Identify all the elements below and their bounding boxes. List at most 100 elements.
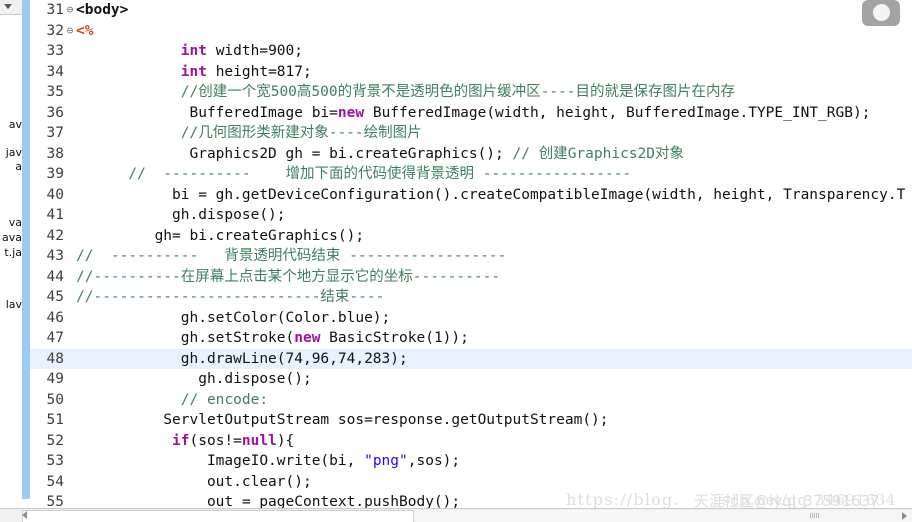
line-number: 31 — [46, 2, 64, 18]
horizontal-scrollbar[interactable] — [0, 508, 912, 522]
code-token-pl: height=817; — [206, 63, 312, 80]
code-line[interactable]: 50 // encode: — [30, 390, 912, 411]
scrollbar-grip-icon — [810, 513, 819, 518]
code-line[interactable]: 36 BufferedImage bi=new BufferedImage(wi… — [30, 103, 912, 124]
code-line[interactable]: 43 // ---------- 背景透明代码结束 ---------------… — [30, 246, 912, 267]
code-token-cmt: // ---------- 背景透明代码结束 -----------------… — [76, 248, 507, 264]
line-number: 48 — [46, 350, 64, 367]
code-line[interactable]: 52 if(sos!=null){ — [30, 431, 912, 452]
line-number: 45 — [46, 289, 64, 305]
code-line[interactable]: 40 bi = gh.getDeviceConfiguration().crea… — [30, 185, 912, 206]
line-number: 34 — [46, 63, 64, 80]
code-line[interactable]: 33 int width=900; — [30, 41, 912, 62]
code-token-pl: (sos!= — [189, 432, 242, 449]
code-text: <body> — [76, 0, 128, 21]
line-number: 36 — [46, 104, 64, 121]
explorer-file-item[interactable]: av — [0, 118, 22, 132]
project-explorer-panel[interactable]: av jav a va ava t.ja lav — [0, 0, 23, 509]
scrollbar-thumb[interactable] — [22, 510, 414, 522]
explorer-file-item[interactable]: lav — [0, 298, 22, 312]
line-number: 41 — [46, 207, 64, 223]
code-token-tag: <body> — [76, 2, 129, 18]
code-token-kw: int — [180, 63, 207, 80]
code-line[interactable]: 35 //创建一个宽500高500的背景不是透明色的图片缓冲区----目的就是保… — [30, 82, 912, 103]
code-line[interactable]: 41 gh.dispose(); — [30, 205, 912, 226]
code-line[interactable]: 38 Graphics2D gh = bi.createGraphics(); … — [30, 144, 912, 165]
code-text: // ---------- 增加下面的代码使得背景透明 ------------… — [76, 164, 631, 185]
code-token-jsp: <% — [76, 22, 94, 39]
line-number: 32 — [46, 22, 64, 39]
code-text: gh= bi.createGraphics(); — [76, 226, 365, 247]
explorer-file-item[interactable]: va — [0, 216, 22, 230]
code-line[interactable]: 45 //--------------------------结束---- — [30, 287, 912, 308]
code-line[interactable]: 31 ⊖ <body> — [30, 0, 912, 21]
code-line[interactable]: 34 int height=817; — [30, 62, 912, 83]
code-token-pl: out.clear(); — [76, 473, 312, 490]
code-line[interactable]: 32 ⊖ <% — [30, 21, 912, 42]
line-number: 51 — [46, 412, 64, 428]
code-line[interactable]: 46 gh.setColor(Color.blue); — [30, 308, 912, 329]
marker-overlay-icon[interactable] — [862, 0, 900, 26]
explorer-file-item[interactable]: a — [0, 160, 22, 174]
fold-collapse-icon[interactable]: ⊖ — [64, 0, 76, 21]
explorer-header — [0, 0, 22, 15]
code-editor-screenshot: av jav a va ava t.ja lav 31 ⊖ <body> 32 ⊖ <% 33 int … — [0, 0, 912, 522]
line-number: 53 — [46, 453, 64, 469]
code-line[interactable]: 53 ImageIO.write(bi, "png",sos); — [30, 451, 912, 472]
code-token-kw: new — [294, 330, 321, 346]
line-number: 43 — [46, 248, 64, 264]
code-text: Graphics2D gh = bi.createGraphics(); // … — [76, 144, 684, 165]
fold-collapse-icon[interactable]: ⊖ — [64, 21, 76, 42]
code-line[interactable]: 37 //几何图形类新建对象----绘制图片 — [30, 123, 912, 144]
code-line[interactable]: 47 gh.setStroke(new BasicStroke(1)); — [30, 328, 912, 349]
scroll-right-arrow-icon[interactable] — [902, 512, 907, 520]
code-text: gh.setColor(Color.blue); — [76, 308, 391, 329]
code-token-cmt: // 创建Graphics2D对象 — [512, 145, 685, 162]
code-text: gh.drawLine(74,96,74,283); — [76, 349, 408, 370]
code-line[interactable]: 55 out = pageContext.pushBody(); — [30, 492, 912, 509]
explorer-file-item[interactable]: ava — [0, 231, 22, 245]
explorer-file-item[interactable]: jav — [0, 146, 22, 160]
code-token-pl: gh.dispose(); — [76, 371, 312, 387]
code-text: gh.dispose(); — [76, 205, 286, 226]
scroll-left-arrow-icon[interactable] — [22, 511, 27, 519]
code-text: //创建一个宽500高500的背景不是透明色的图片缓冲区----目的就是保存图片… — [76, 82, 735, 103]
explorer-file-item[interactable]: t.ja — [0, 246, 22, 260]
line-number: 37 — [46, 125, 64, 141]
code-token-pl: ,sos); — [407, 453, 461, 469]
code-token-pl: BufferedImage bi= — [76, 104, 338, 121]
code-token-pl: gh.setColor(Color.blue); — [76, 309, 391, 326]
code-token-pl: BufferedImage(width, height, BufferedIma… — [364, 104, 871, 121]
chevron-down-icon[interactable] — [4, 4, 12, 9]
code-token-kw: new — [337, 104, 365, 121]
code-line[interactable]: 54 out.clear(); — [30, 472, 912, 493]
code-token-kw: int — [180, 43, 207, 59]
code-text: // encode: — [76, 390, 268, 411]
code-token-kw: if — [172, 432, 190, 449]
code-token-pl: Graphics2D gh = bi.createGraphics(); — [76, 145, 513, 162]
code-token-cmt: //几何图形类新建对象----绘制图片 — [76, 125, 422, 141]
code-line[interactable]: 51 ServletOutputStream sos=response.getO… — [30, 410, 912, 431]
code-text: ImageIO.write(bi, "png",sos); — [76, 451, 460, 472]
code-line[interactable]: 44 //----------在屏幕上点击某个地方显示它的坐标---------- — [30, 267, 912, 288]
code-line[interactable]: 48 gh.drawLine(74,96,74,283); — [30, 348, 912, 370]
line-number: 39 — [46, 166, 64, 182]
code-token-pl: gh.drawLine(74,96,74,283); — [76, 350, 408, 367]
code-text: out.clear(); — [76, 472, 312, 493]
code-token-pl: bi = gh.getDeviceConfiguration().createC… — [76, 186, 906, 203]
code-text: gh.dispose(); — [76, 369, 312, 390]
code-text: // ---------- 背景透明代码结束 -----------------… — [76, 246, 506, 267]
code-line[interactable]: 49 gh.dispose(); — [30, 369, 912, 390]
code-token-cmt: //----------在屏幕上点击某个地方显示它的坐标---------- — [76, 268, 501, 285]
code-line[interactable]: 42 gh= bi.createGraphics(); — [30, 226, 912, 247]
code-token-pl: gh.dispose(); — [76, 207, 286, 223]
line-number: 49 — [46, 371, 64, 387]
code-token-kw: null — [241, 432, 277, 449]
code-line[interactable]: 39 // ---------- 增加下面的代码使得背景透明 ---------… — [30, 164, 912, 185]
code-token-cmt: //--------------------------结束---- — [76, 289, 385, 305]
line-number: 47 — [46, 330, 64, 346]
code-editor-area[interactable]: 31 ⊖ <body> 32 ⊖ <% 33 int width=900; 34 int he… — [30, 0, 912, 509]
code-token-pl: ImageIO.write(bi, — [76, 453, 365, 469]
